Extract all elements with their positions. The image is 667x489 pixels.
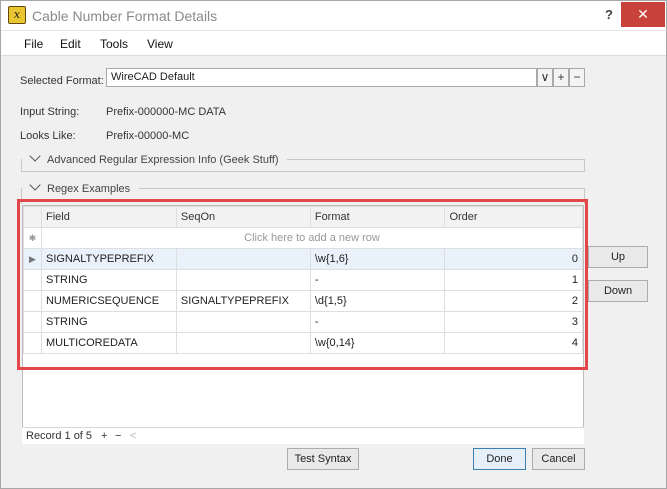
regex-examples-grid: Field SeqOn Format Order ✱ Click here to…	[22, 205, 584, 443]
cell-seqon[interactable]	[175, 332, 311, 354]
table-row[interactable]: MULTICOREDATA \w{0,14} 4	[23, 332, 583, 354]
close-button[interactable]: ✕	[621, 2, 665, 27]
cancel-button[interactable]: Cancel	[532, 448, 585, 470]
input-string-value: Prefix-000000-MC DATA	[106, 106, 227, 118]
chevron-down-icon	[29, 150, 41, 162]
grid-table: Field SeqOn Format Order ✱ Click here to…	[23, 206, 584, 354]
remove-format-button[interactable]: −	[569, 68, 585, 87]
title-bar: x Cable Number Format Details ? ✕	[1, 1, 666, 31]
group-divider	[21, 171, 585, 172]
app-icon: x	[8, 6, 26, 24]
column-header-order[interactable]: Order	[444, 206, 583, 228]
plus-icon: +	[557, 70, 565, 84]
cell-field[interactable]: STRING	[40, 269, 177, 291]
cell-order[interactable]: 0	[444, 248, 583, 270]
group-divider	[21, 188, 22, 204]
test-syntax-button[interactable]: Test Syntax	[287, 448, 359, 470]
asterisk-icon: ✱	[23, 227, 42, 249]
help-button[interactable]: ?	[601, 7, 617, 25]
table-row[interactable]: STRING - 3	[23, 311, 583, 333]
input-string-label: Input String:	[20, 106, 80, 118]
menu-tools[interactable]: Tools	[100, 37, 128, 51]
advanced-group-title: Advanced Regular Expression Info (Geek S…	[47, 154, 279, 166]
dialog-window: x Cable Number Format Details ? ✕ File E…	[0, 0, 667, 489]
cell-order[interactable]: 4	[444, 332, 583, 354]
group-divider	[21, 159, 22, 171]
minus-icon: −	[573, 70, 581, 84]
menu-view[interactable]: View	[147, 37, 173, 51]
group-divider	[139, 188, 585, 189]
done-button[interactable]: Done	[473, 448, 526, 470]
selected-format-label: Selected Format:	[20, 75, 104, 87]
chevron-left-icon[interactable]: <	[130, 430, 136, 442]
table-row[interactable]: STRING - 1	[23, 269, 583, 291]
examples-group-header[interactable]: Regex Examples	[29, 179, 131, 195]
row-indicator	[23, 332, 42, 354]
new-row[interactable]: ✱ Click here to add a new row	[23, 227, 584, 249]
window-title: Cable Number Format Details	[32, 8, 218, 24]
group-divider	[287, 159, 585, 160]
table-row[interactable]: ▶ SIGNALTYPEPREFIX \w{1,6} 0	[23, 248, 583, 270]
row-indicator-header	[23, 206, 42, 228]
cell-field[interactable]: SIGNALTYPEPREFIX	[40, 248, 177, 270]
cell-seqon[interactable]	[175, 269, 311, 291]
cell-field[interactable]: STRING	[40, 311, 177, 333]
cell-format[interactable]: \d{1,5}	[309, 290, 446, 312]
move-up-button[interactable]: Up	[588, 246, 648, 268]
cell-seqon[interactable]: SIGNALTYPEPREFIX	[175, 290, 311, 312]
row-indicator	[23, 269, 42, 291]
cell-format[interactable]: \w{1,6}	[309, 248, 446, 270]
row-indicator	[23, 311, 42, 333]
column-header-seqon[interactable]: SeqOn	[175, 206, 311, 228]
add-record-button[interactable]: +	[101, 430, 107, 442]
cell-format[interactable]: -	[309, 311, 446, 333]
cell-format[interactable]: -	[309, 269, 446, 291]
new-row-prompt[interactable]: Click here to add a new row	[40, 227, 584, 249]
cell-field[interactable]: MULTICOREDATA	[40, 332, 177, 354]
menu-edit[interactable]: Edit	[60, 37, 81, 51]
examples-group-title: Regex Examples	[47, 183, 131, 195]
group-divider	[584, 188, 585, 204]
chevron-down-icon: ∨	[540, 70, 550, 84]
cell-seqon[interactable]	[175, 248, 311, 270]
row-indicator	[23, 290, 42, 312]
format-dropdown-button[interactable]: ∨	[537, 68, 553, 87]
selected-format-select[interactable]: WireCAD Default	[106, 68, 537, 87]
group-divider	[584, 159, 585, 171]
add-format-button[interactable]: +	[553, 68, 569, 87]
move-down-button[interactable]: Down	[588, 280, 648, 302]
current-row-icon: ▶	[23, 248, 42, 270]
cell-order[interactable]: 2	[444, 290, 583, 312]
record-count: Record 1 of 5	[26, 430, 93, 442]
looks-like-label: Looks Like:	[20, 130, 76, 142]
cell-order[interactable]: 1	[444, 269, 583, 291]
column-header-field[interactable]: Field	[40, 206, 177, 228]
grid-header-row: Field SeqOn Format Order	[23, 206, 583, 228]
cell-order[interactable]: 3	[444, 311, 583, 333]
column-header-format[interactable]: Format	[309, 206, 446, 228]
record-navigator: Record 1 of 5 + − <	[22, 427, 584, 444]
looks-like-value: Prefix-00000-MC	[106, 130, 190, 142]
menu-bar: File Edit Tools View	[1, 31, 666, 56]
chevron-down-icon	[29, 179, 41, 191]
cell-seqon[interactable]	[175, 311, 311, 333]
advanced-group-header[interactable]: Advanced Regular Expression Info (Geek S…	[29, 150, 279, 166]
table-row[interactable]: NUMERICSEQUENCE SIGNALTYPEPREFIX \d{1,5}…	[23, 290, 583, 312]
cell-format[interactable]: \w{0,14}	[309, 332, 446, 354]
remove-record-button[interactable]: −	[115, 430, 121, 442]
cell-field[interactable]: NUMERICSEQUENCE	[40, 290, 177, 312]
menu-file[interactable]: File	[24, 37, 43, 51]
